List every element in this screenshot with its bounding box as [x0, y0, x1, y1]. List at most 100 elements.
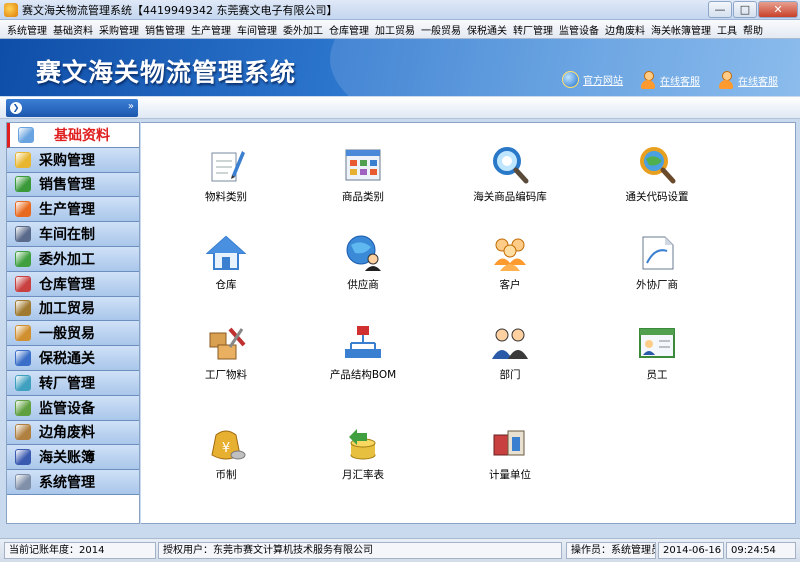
- person-icon: [718, 71, 734, 89]
- sidebar-item-label: 委外加工: [39, 251, 95, 268]
- person-icon: [640, 71, 656, 89]
- sidebar-item-label: 系统管理: [39, 475, 95, 492]
- module-tile[interactable]: 物料类别: [161, 145, 291, 204]
- window-title: 赛文海关物流管理系统【4419949342 东莞赛文电子有限公司】: [22, 3, 338, 17]
- menu-item[interactable]: 基础资料: [50, 22, 96, 37]
- sidebar-item[interactable]: 委外加工: [7, 246, 139, 272]
- menu-item[interactable]: 一般贸易: [418, 22, 464, 37]
- menu-item[interactable]: 转厂管理: [510, 22, 556, 37]
- title-bar: 赛文海关物流管理系统【4419949342 东莞赛文电子有限公司】 — □ ✕: [0, 0, 800, 20]
- tile-label: 计量单位: [489, 469, 531, 481]
- sidebar-item-label: 采购管理: [39, 152, 95, 169]
- module-icon: [15, 325, 31, 342]
- module-icon: [15, 399, 31, 416]
- sidebar-item[interactable]: 监管设备: [7, 395, 139, 421]
- module-tile[interactable]: 计量单位: [445, 423, 575, 482]
- menu-item[interactable]: 加工贸易: [372, 22, 418, 37]
- module-icon: [15, 300, 31, 317]
- online-service-link[interactable]: 在线客服: [640, 71, 700, 89]
- sidebar-item[interactable]: 系统管理: [7, 470, 139, 495]
- maximize-button[interactable]: □: [733, 1, 757, 18]
- sidebar-item-label: 监管设备: [39, 400, 95, 417]
- menu-item[interactable]: 边角废料: [602, 22, 648, 37]
- tile-label: 部门: [499, 369, 521, 381]
- menu-item[interactable]: 保税通关: [464, 22, 510, 37]
- module-tile[interactable]: 供应商: [298, 233, 428, 292]
- sidebar-item[interactable]: 保税通关: [7, 346, 139, 371]
- magnifier-globe-icon: [637, 145, 677, 185]
- module-tile[interactable]: 产品结构BOM: [298, 323, 428, 382]
- menu-item[interactable]: 采购管理: [96, 22, 142, 37]
- module-tile[interactable]: 员工: [592, 323, 722, 382]
- pen-paper-icon: [206, 145, 246, 185]
- menu-item[interactable]: 帮助: [740, 22, 766, 37]
- sidebar-item-label: 生产管理: [39, 202, 95, 219]
- magnifier-icon: [490, 145, 530, 185]
- sidebar-item-label: 仓库管理: [39, 276, 95, 293]
- module-icon: [15, 424, 31, 441]
- sidebar-item[interactable]: 一般贸易: [7, 321, 139, 347]
- coins-arrow-icon: [343, 423, 383, 463]
- module-tile[interactable]: 工厂物料: [161, 323, 291, 382]
- tile-label: 供应商: [347, 279, 379, 291]
- tile-label: 仓库: [215, 279, 237, 291]
- tile-label: 员工: [646, 369, 668, 381]
- module-icon: [15, 176, 31, 193]
- sidebar-item[interactable]: 海关账簿: [7, 445, 139, 471]
- sidebar-item[interactable]: 加工贸易: [7, 296, 139, 322]
- sidebar-item-label: 销售管理: [39, 177, 95, 194]
- module-tile[interactable]: 部门: [445, 323, 575, 382]
- module-icon: [18, 126, 34, 143]
- banner-title: 赛文海关物流管理系统: [36, 58, 297, 87]
- boxes-tools-icon: [206, 323, 246, 363]
- official-site-link[interactable]: 官方网站: [562, 71, 623, 88]
- chevron-collapse-icon[interactable]: »: [128, 101, 134, 112]
- hierarchy-icon: [343, 323, 383, 363]
- menu-item[interactable]: 监管设备: [556, 22, 602, 37]
- menu-bar: 系统管理 基础资料 采购管理 销售管理 生产管理 车间管理 委外加工 仓库管理 …: [0, 20, 800, 39]
- menu-item[interactable]: 委外加工: [280, 22, 326, 37]
- status-bar: 当前记账年度：2014 授权用户：东莞市赛文计算机技术服务有限公司 操作员：系统…: [0, 538, 800, 562]
- sidebar-item[interactable]: 采购管理: [7, 147, 139, 173]
- tile-label: 商品类别: [342, 191, 384, 203]
- module-tile[interactable]: 仓库: [161, 233, 291, 292]
- module-tile[interactable]: 外协厂商: [592, 233, 722, 292]
- online-service-link-2[interactable]: 在线客服: [718, 71, 778, 89]
- module-icon: [15, 449, 31, 466]
- menu-item[interactable]: 仓库管理: [326, 22, 372, 37]
- module-tile[interactable]: 通关代码设置: [592, 145, 722, 204]
- status-license: 授权用户：东莞市赛文计算机技术服务有限公司: [158, 542, 562, 559]
- module-tile[interactable]: ¥ 币制: [161, 423, 291, 482]
- sidebar-item[interactable]: 生产管理: [7, 197, 139, 223]
- sidebar-item[interactable]: 转厂管理: [7, 370, 139, 396]
- tile-label: 工厂物料: [205, 369, 247, 381]
- sidebar-item-label: 一般贸易: [39, 326, 95, 343]
- house-icon: [205, 233, 247, 273]
- tile-label: 外协厂商: [636, 279, 678, 291]
- sidebar-item[interactable]: 车间在制: [7, 222, 139, 247]
- module-icon: [15, 275, 31, 292]
- menu-item[interactable]: 系统管理: [4, 22, 50, 37]
- module-panel: 物料类别 商品类别 海关商品编码库 通关代码设置仓库 供应商 客户 外协厂商工厂物料 产品结构…: [141, 122, 796, 524]
- nav-strip: ❯ »: [0, 97, 800, 119]
- sidebar-item[interactable]: 销售管理: [7, 172, 139, 198]
- sidebar-item-label: 基础资料: [54, 127, 110, 144]
- menu-item[interactable]: 车间管理: [234, 22, 280, 37]
- close-button[interactable]: ✕: [758, 1, 798, 18]
- menu-item[interactable]: 生产管理: [188, 22, 234, 37]
- menu-item[interactable]: 工具: [714, 22, 740, 37]
- sidebar-item[interactable]: 仓库管理: [7, 271, 139, 297]
- module-tile[interactable]: 商品类别: [298, 145, 428, 204]
- minimize-button[interactable]: —: [708, 1, 732, 18]
- sidebar-item[interactable]: 边角废料: [7, 420, 139, 446]
- menu-item[interactable]: 销售管理: [142, 22, 188, 37]
- module-tile[interactable]: 海关商品编码库: [445, 145, 575, 204]
- module-tile[interactable]: 月汇率表: [298, 423, 428, 482]
- module-icon: [15, 250, 31, 267]
- menu-item[interactable]: 海关帐簿管理: [648, 22, 714, 37]
- money-bag-icon: ¥: [206, 423, 246, 463]
- nav-toggle-icon[interactable]: ❯: [10, 102, 22, 114]
- sidebar-item[interactable]: 基础资料: [7, 123, 139, 148]
- globe-icon: [562, 71, 579, 88]
- module-tile[interactable]: 客户: [445, 233, 575, 292]
